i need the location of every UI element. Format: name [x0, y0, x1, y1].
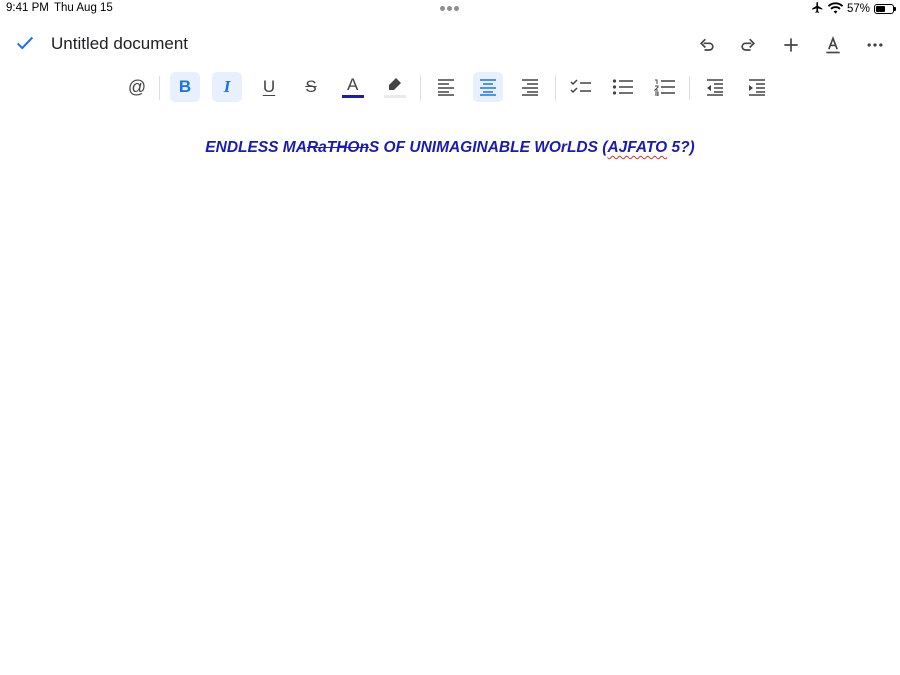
more-icon: [867, 43, 883, 47]
redo-button[interactable]: [735, 32, 761, 58]
undo-button[interactable]: [694, 32, 720, 58]
bold-label: B: [178, 77, 192, 96]
checklist-button[interactable]: [566, 72, 596, 102]
strikethrough-label: S: [305, 77, 317, 96]
align-center-icon: [480, 79, 496, 96]
status-indicators: 57%: [811, 1, 896, 17]
misspelled-word[interactable]: AJFATO: [607, 139, 667, 156]
checklist-icon: [570, 79, 591, 94]
text-format-icon: [826, 36, 840, 54]
mention-icon: @: [127, 76, 147, 97]
bold-button[interactable]: B: [170, 72, 200, 102]
align-right-icon: [522, 79, 538, 96]
italic-label: I: [223, 77, 231, 96]
align-center-button[interactable]: [473, 72, 503, 102]
text-color-button[interactable]: A: [338, 72, 368, 102]
underline-button[interactable]: U: [254, 72, 284, 102]
document-heading-line[interactable]: ENDLESS MARaTHOnS OF UNIMAGINABLE WOrLDS…: [0, 139, 900, 157]
highlight-color-button[interactable]: [380, 72, 410, 102]
undo-icon: [699, 38, 714, 51]
decrease-indent-button[interactable]: [700, 72, 730, 102]
plus-icon: [784, 38, 798, 52]
formatting-toolbar: @ B I U S A: [0, 72, 900, 104]
status-date: Thu Aug 15: [54, 2, 113, 14]
multitasking-dots-icon[interactable]: [440, 6, 460, 12]
highlighter-icon: [384, 78, 406, 98]
document-canvas[interactable]: ENDLESS MARaTHOnS OF UNIMAGINABLE WOrLDS…: [0, 130, 900, 675]
document-title[interactable]: Untitled document: [51, 34, 188, 54]
wifi-icon: [827, 1, 844, 17]
numbered-list-button[interactable]: [650, 72, 680, 102]
increase-indent-icon: [749, 79, 765, 96]
text-color-icon: A: [342, 74, 364, 100]
status-bar: 9:41 PM Thu Aug 15 57%: [0, 0, 900, 18]
bulleted-list-button[interactable]: [608, 72, 638, 102]
text-format-button[interactable]: [820, 32, 846, 58]
text-run: 5?): [667, 139, 695, 156]
align-left-icon: [438, 79, 454, 96]
insert-button[interactable]: [778, 32, 804, 58]
toolbar-divider: [420, 76, 421, 100]
mention-button[interactable]: @: [122, 72, 152, 102]
done-check-button[interactable]: [14, 32, 36, 54]
text-color-label: A: [347, 75, 359, 94]
increase-indent-button[interactable]: [742, 72, 772, 102]
align-left-button[interactable]: [431, 72, 461, 102]
redo-icon: [741, 38, 756, 51]
align-right-button[interactable]: [515, 72, 545, 102]
more-options-button[interactable]: [862, 32, 888, 58]
strikethrough-text-run: RaTHOn: [306, 139, 369, 156]
text-color-bar: [342, 95, 364, 98]
battery-level-fill: [876, 6, 885, 12]
strikethrough-button[interactable]: S: [296, 72, 326, 102]
numbered-list-icon: [654, 79, 675, 96]
toolbar-divider: [555, 76, 556, 100]
text-run: S OF UNIMAGINABLE WOrLDS (: [368, 139, 608, 156]
status-time: 9:41 PM: [6, 2, 49, 14]
decrease-indent-icon: [707, 79, 723, 96]
bulleted-list-icon: [612, 79, 633, 95]
toolbar-divider: [689, 76, 690, 100]
airplane-icon: [811, 1, 824, 17]
title-bar: Untitled document: [0, 24, 900, 64]
battery-percentage: 57%: [846, 3, 870, 15]
battery-icon: [874, 4, 896, 14]
check-icon: [16, 36, 34, 50]
underline-label: U: [262, 77, 276, 96]
italic-button[interactable]: I: [212, 72, 242, 102]
text-run: ENDLESS MA: [205, 139, 307, 156]
toolbar-divider: [159, 76, 160, 100]
